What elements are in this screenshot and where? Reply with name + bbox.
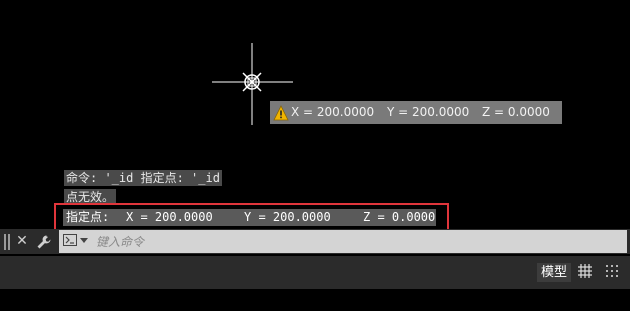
command-placeholder: 键入命令: [96, 235, 145, 249]
snap-mode-icon[interactable]: [604, 263, 620, 279]
tooltip-y-value: Y = 200.0000: [387, 105, 470, 119]
grid-icon[interactable]: [577, 263, 593, 279]
command-input[interactable]: [59, 230, 627, 253]
command-prompt-icon[interactable]: [63, 234, 77, 246]
history-line-command: 命令: '_id 指定点: '_id: [64, 170, 222, 186]
drawing-canvas[interactable]: X = 200.0000 Y = 200.0000 Z = 0.0000 命令:…: [0, 0, 630, 234]
chevron-down-icon[interactable]: [80, 238, 88, 243]
warning-icon: [273, 105, 289, 121]
drag-grip-icon[interactable]: [4, 234, 10, 250]
command-line-bar: ✕ 键入命令: [0, 229, 630, 254]
close-icon[interactable]: ✕: [13, 232, 31, 251]
tooltip-z-value: Z = 0.0000: [482, 105, 550, 119]
wrench-icon[interactable]: [36, 234, 52, 250]
tooltip-x-value: X = 200.0000: [291, 105, 375, 119]
coordinate-tooltip: X = 200.0000 Y = 200.0000 Z = 0.0000: [270, 101, 562, 124]
status-bar: 模型: [0, 256, 630, 289]
model-tab-button[interactable]: 模型: [537, 263, 572, 282]
